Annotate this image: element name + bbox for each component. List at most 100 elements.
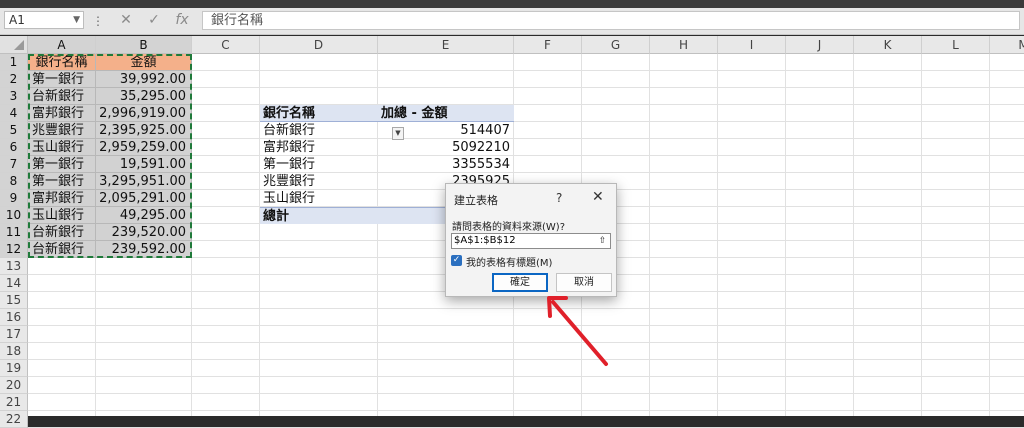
table-cell-bank[interactable]: 第一銀行 (28, 173, 96, 190)
range-input-value: $A$1:$B$12 (454, 235, 516, 246)
row-header-5[interactable]: 5 (0, 122, 28, 139)
column-header-d[interactable]: D (260, 36, 378, 54)
column-header-k[interactable]: K (854, 36, 922, 54)
table-cell-amount[interactable]: 239,592.00 (96, 241, 192, 258)
name-box[interactable]: A1 ▼ (4, 11, 84, 29)
column-header-g[interactable]: G (582, 36, 650, 54)
row-header-8[interactable]: 8 (0, 173, 28, 190)
table-cell-bank[interactable]: 台新銀行 (28, 224, 96, 241)
pivot-row-label[interactable]: 兆豐銀行 (260, 173, 378, 190)
formula-input[interactable]: 銀行名稱 (202, 11, 1020, 30)
table-cell-amount[interactable]: 39,992.00 (96, 71, 192, 88)
select-all-corner[interactable] (0, 36, 28, 54)
gridline (28, 359, 1024, 360)
pivot-value[interactable]: 3355534 (378, 156, 514, 173)
gridline (28, 325, 1024, 326)
gridline (785, 54, 786, 416)
name-box-value: A1 (9, 13, 25, 27)
help-icon[interactable]: ? (556, 191, 562, 205)
table-cell-bank[interactable]: 玉山銀行 (28, 139, 96, 156)
column-header-a[interactable]: A (28, 36, 96, 54)
column-header-c[interactable]: C (192, 36, 260, 54)
cancel-button[interactable]: 取消 (556, 273, 612, 292)
row-header-20[interactable]: 20 (0, 377, 28, 394)
column-header-h[interactable]: H (650, 36, 718, 54)
row-header-11[interactable]: 11 (0, 224, 28, 241)
close-icon[interactable]: ✕ (592, 189, 604, 205)
column-header-j[interactable]: J (786, 36, 854, 54)
table-cell-bank[interactable]: 第一銀行 (28, 71, 96, 88)
dialog-prompt: 請問表格的資料來源(W)? (452, 222, 565, 233)
table-cell-bank[interactable]: 台新銀行 (28, 241, 96, 258)
has-headers-label[interactable]: 我的表格有標題(M) (466, 254, 552, 269)
cancel-entry-icon[interactable]: ✕ (112, 12, 140, 28)
pivot-value-header[interactable]: 加總 - 金額 (378, 105, 514, 122)
table-cell-amount[interactable]: 49,295.00 (96, 207, 192, 224)
row-header-4[interactable]: 4 (0, 105, 28, 122)
pivot-row-label[interactable]: 第一銀行 (260, 156, 378, 173)
window-top-strip (0, 0, 1024, 8)
table-cell-amount[interactable]: 2,996,919.00 (96, 105, 192, 122)
row-header-10[interactable]: 10 (0, 207, 28, 224)
gridline (28, 342, 1024, 343)
dialog-title: 建立表格 (454, 194, 498, 207)
row-header-14[interactable]: 14 (0, 275, 28, 292)
collapse-dialog-icon[interactable]: ⇧ (596, 235, 609, 247)
table-header-cell[interactable]: 銀行名稱 (28, 54, 96, 71)
column-header-e[interactable]: E (378, 36, 514, 54)
row-header-7[interactable]: 7 (0, 156, 28, 173)
pivot-grand-total-label[interactable]: 總計 (260, 207, 378, 224)
table-cell-amount[interactable]: 19,591.00 (96, 156, 192, 173)
filter-dropdown-icon[interactable]: ▼ (392, 127, 404, 140)
table-cell-amount[interactable]: 2,959,259.00 (96, 139, 192, 156)
row-header-15[interactable]: 15 (0, 292, 28, 309)
row-header-18[interactable]: 18 (0, 343, 28, 360)
gridline (649, 54, 650, 416)
table-cell-amount[interactable]: 239,520.00 (96, 224, 192, 241)
table-cell-amount[interactable]: 35,295.00 (96, 88, 192, 105)
column-header-i[interactable]: I (718, 36, 786, 54)
row-header-3[interactable]: 3 (0, 88, 28, 105)
row-header-12[interactable]: 12 (0, 241, 28, 258)
row-header-16[interactable]: 16 (0, 309, 28, 326)
table-header-cell[interactable]: 金額 (96, 54, 192, 71)
table-cell-bank[interactable]: 第一銀行 (28, 156, 96, 173)
confirm-entry-icon[interactable]: ✓ (140, 12, 168, 28)
table-cell-bank[interactable]: 富邦銀行 (28, 105, 96, 122)
row-header-9[interactable]: 9 (0, 190, 28, 207)
row-header-6[interactable]: 6 (0, 139, 28, 156)
pivot-value[interactable]: 5092210 (378, 139, 514, 156)
row-header-19[interactable]: 19 (0, 360, 28, 377)
create-table-dialog: 建立表格 ? ✕ 請問表格的資料來源(W)? $A$1:$B$12 ⇧ ✓ 我的… (445, 183, 617, 297)
gridline (989, 54, 990, 416)
table-cell-amount[interactable]: 2,095,291.00 (96, 190, 192, 207)
row-header-21[interactable]: 21 (0, 394, 28, 411)
chevron-down-icon[interactable]: ▼ (73, 12, 80, 28)
table-cell-bank[interactable]: 台新銀行 (28, 88, 96, 105)
pivot-row-label[interactable]: 玉山銀行 (260, 190, 378, 207)
row-header-13[interactable]: 13 (0, 258, 28, 275)
column-header-m[interactable]: M (990, 36, 1024, 54)
pivot-row-label[interactable]: 富邦銀行 (260, 139, 378, 156)
row-header-22[interactable]: 22 (0, 411, 28, 428)
table-cell-amount[interactable]: 3,295,951.00 (96, 173, 192, 190)
column-header-b[interactable]: B (96, 36, 192, 54)
table-cell-amount[interactable]: 2,395,925.00 (96, 122, 192, 139)
gridline (853, 54, 854, 416)
has-headers-checkbox[interactable]: ✓ (451, 255, 462, 266)
row-header-2[interactable]: 2 (0, 71, 28, 88)
table-cell-bank[interactable]: 富邦銀行 (28, 190, 96, 207)
pivot-row-label-header[interactable]: 銀行名稱 (260, 105, 378, 122)
table-cell-bank[interactable]: 兆豐銀行 (28, 122, 96, 139)
table-cell-bank[interactable]: 玉山銀行 (28, 207, 96, 224)
row-header-17[interactable]: 17 (0, 326, 28, 343)
more-options-icon[interactable]: ⋮ (92, 14, 104, 28)
column-header-l[interactable]: L (922, 36, 990, 54)
insert-function-icon[interactable]: fx (168, 12, 196, 28)
pivot-row-label[interactable]: 台新銀行 (260, 122, 378, 139)
column-header-f[interactable]: F (514, 36, 582, 54)
range-input[interactable]: $A$1:$B$12 ⇧ (451, 233, 611, 249)
formula-icons: ✕ ✓ fx (112, 12, 196, 28)
ok-button[interactable]: 確定 (492, 273, 548, 292)
row-header-1[interactable]: 1 (0, 54, 28, 71)
